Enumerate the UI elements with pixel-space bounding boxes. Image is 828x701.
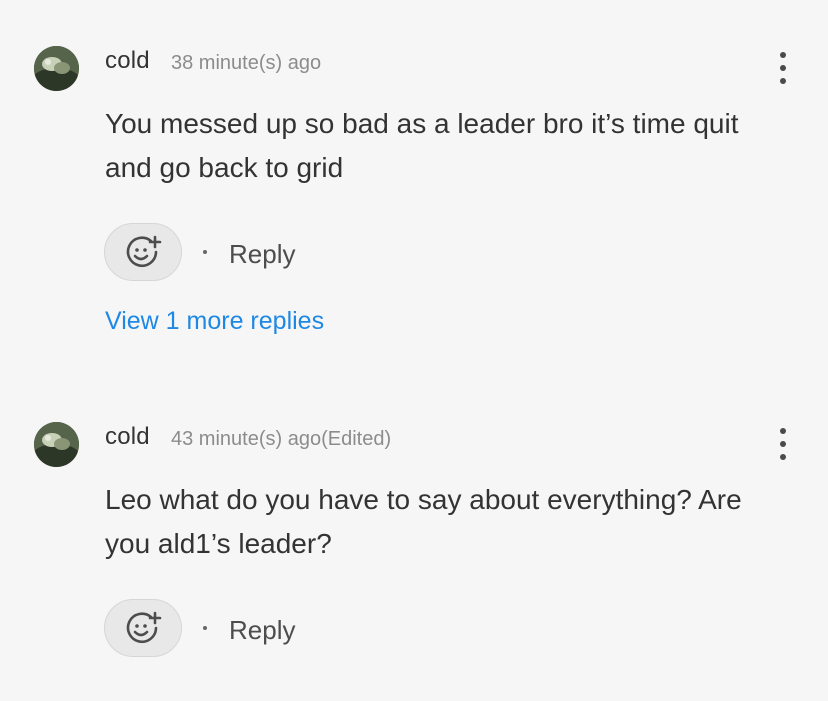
timestamp: 38 minute(s) ago xyxy=(171,52,322,74)
comment-item: cold 43 minute(s) ago(Edited) Leo what d… xyxy=(0,376,828,701)
timestamp: 43 minute(s) ago(Edited) xyxy=(171,428,392,450)
comment-text-line: You messed up so bad as a leader bro it’… xyxy=(105,108,739,139)
comment-item: cold 38 minute(s) ago You messed up so b… xyxy=(0,0,828,376)
avatar[interactable] xyxy=(34,46,79,91)
username[interactable]: cold xyxy=(105,47,150,75)
dot-separator xyxy=(203,626,207,630)
add-reaction-smiley-icon xyxy=(126,235,162,268)
add-reaction-button[interactable] xyxy=(104,223,182,281)
view-more-replies-link[interactable]: View 1 more replies xyxy=(105,307,324,336)
avatar[interactable] xyxy=(34,422,79,467)
dot-separator xyxy=(203,250,207,254)
reply-button[interactable]: Reply xyxy=(229,239,295,270)
add-reaction-button[interactable] xyxy=(104,599,182,657)
more-options-icon[interactable] xyxy=(770,424,796,464)
comment-text: You messed up so bad as a leader bro it’… xyxy=(105,102,805,190)
username[interactable]: cold xyxy=(105,423,150,451)
comment-text-line: Leo what do you have to say about everyt… xyxy=(105,484,742,515)
add-reaction-smiley-icon xyxy=(126,611,162,644)
reply-button[interactable]: Reply xyxy=(229,615,295,646)
more-options-icon[interactable] xyxy=(770,48,796,88)
comment-text-line: you ald1’s leader? xyxy=(105,528,332,559)
comment-text: Leo what do you have to say about everyt… xyxy=(105,478,805,566)
comment-text-line: and go back to grid xyxy=(105,152,344,183)
